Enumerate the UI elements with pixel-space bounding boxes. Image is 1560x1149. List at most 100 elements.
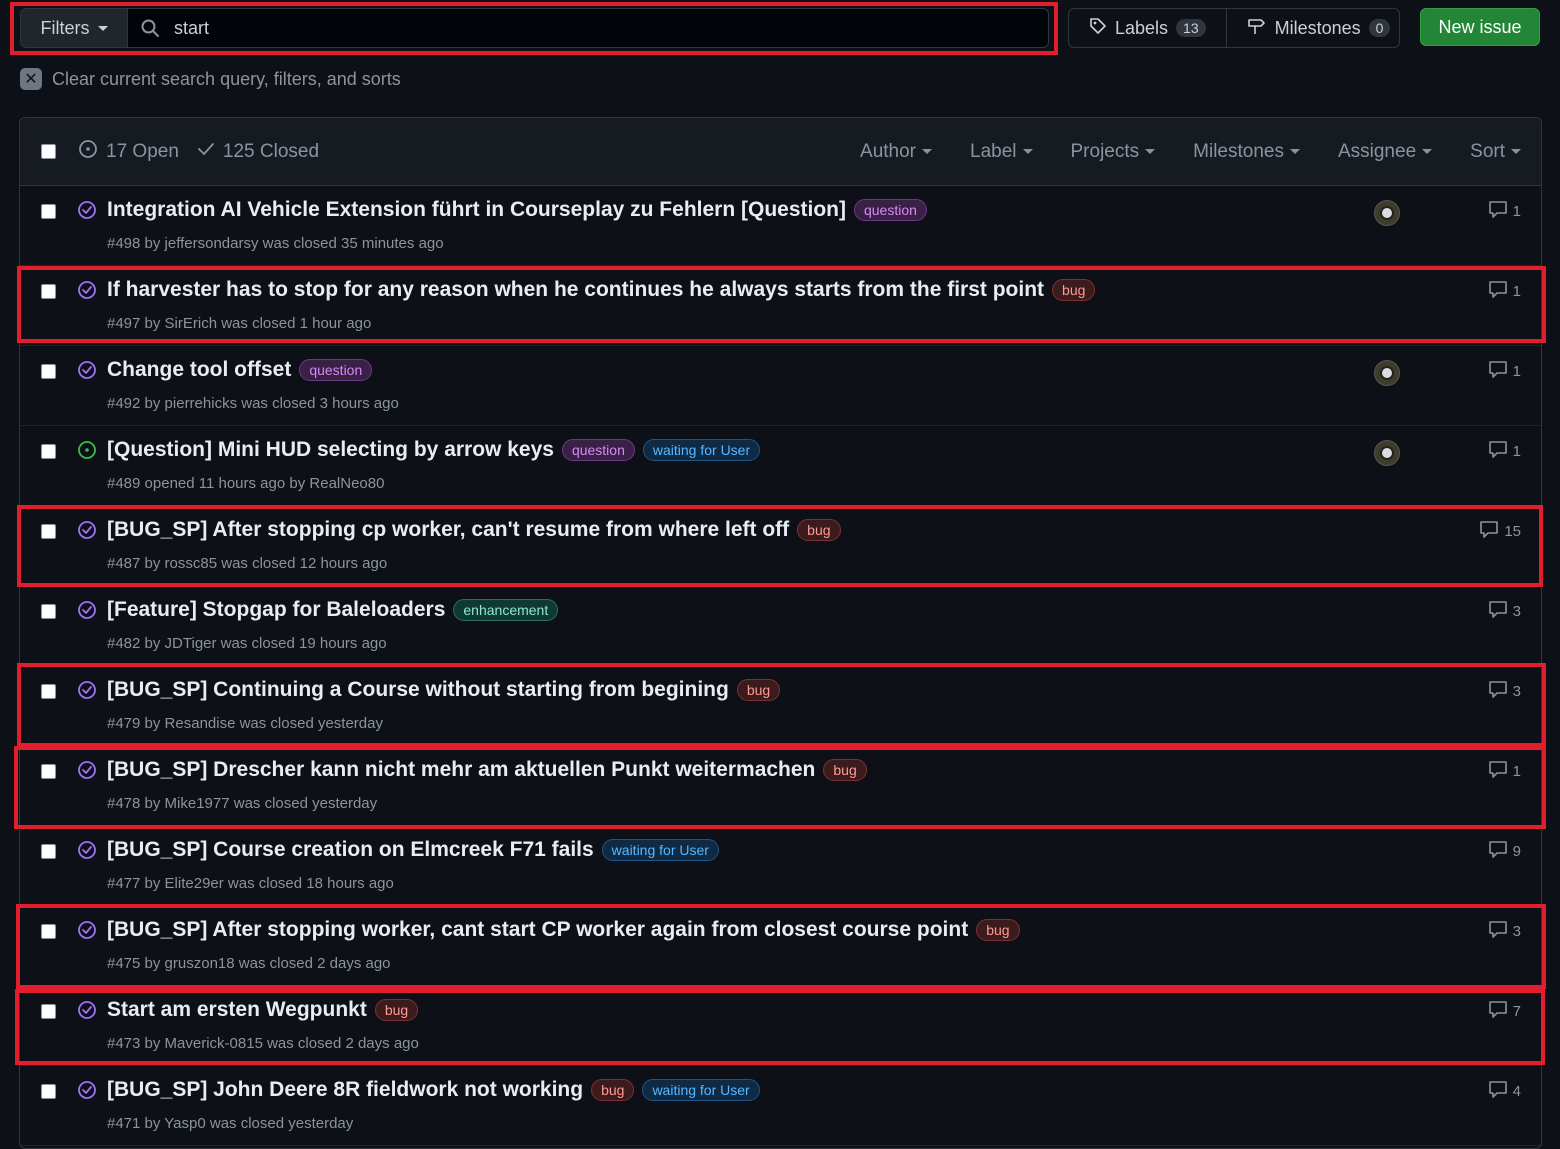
- issue-title-link[interactable]: [Question] Mini HUD selecting by arrow k…: [107, 438, 554, 462]
- closed-issues-tab[interactable]: 125 Closed: [197, 140, 319, 164]
- label-question[interactable]: question: [853, 199, 927, 221]
- avatar[interactable]: [1374, 360, 1400, 386]
- comments-link[interactable]: 3: [1488, 680, 1521, 702]
- comment-count: 1: [1512, 282, 1521, 300]
- comment-icon: [1488, 600, 1508, 622]
- label-bug[interactable]: bug: [736, 679, 781, 701]
- issue-checkbox[interactable]: [41, 844, 56, 859]
- issue-checkbox[interactable]: [41, 924, 56, 939]
- label-bug[interactable]: bug: [374, 999, 419, 1021]
- milestones-count-badge: 0: [1368, 19, 1391, 37]
- issue-checkbox[interactable]: [41, 364, 56, 379]
- filter-menu-sort[interactable]: Sort: [1470, 141, 1521, 163]
- issue-row: [BUG_SP] Continuing a Course without sta…: [20, 666, 1541, 746]
- label-bug[interactable]: bug: [591, 1079, 635, 1101]
- milestones-button[interactable]: Milestones 0: [1225, 9, 1399, 47]
- filter-menu-projects[interactable]: Projects: [1071, 141, 1156, 163]
- issue-title-link[interactable]: [BUG_SP] Continuing a Course without sta…: [107, 678, 729, 702]
- issue-closed-icon: [77, 920, 97, 945]
- comments-link[interactable]: 9: [1488, 840, 1521, 862]
- label-bug[interactable]: bug: [976, 919, 1020, 941]
- filter-menus: Author Label Projects Milestones Assignee Sor…: [860, 118, 1521, 185]
- comments-link[interactable]: 4: [1488, 1080, 1521, 1102]
- issue-title-line: [BUG_SP] Course creation on Elmcreek F71…: [107, 838, 719, 862]
- label-question[interactable]: question: [299, 359, 373, 381]
- select-all-checkbox[interactable]: [41, 144, 56, 159]
- comment-count: 15: [1504, 522, 1521, 540]
- comments-link[interactable]: 1: [1488, 440, 1521, 462]
- new-issue-button[interactable]: New issue: [1420, 8, 1540, 46]
- comment-icon: [1488, 1080, 1508, 1102]
- label-waiting-for-user[interactable]: waiting for User: [601, 839, 719, 861]
- label-waiting-for-user[interactable]: waiting for User: [642, 1079, 760, 1101]
- comment-count: 1: [1512, 202, 1521, 220]
- issue-title-line: Start am ersten Wegpunkt bug: [107, 998, 419, 1022]
- comments-link[interactable]: 1: [1488, 200, 1521, 222]
- comments-link[interactable]: 3: [1488, 600, 1521, 622]
- issue-checkbox[interactable]: [41, 764, 56, 779]
- issue-row: [BUG_SP] John Deere 8R fieldwork not wor…: [20, 1066, 1541, 1146]
- clear-query-label: Clear current search query, filters, and…: [52, 68, 401, 89]
- comments-link[interactable]: 1: [1488, 280, 1521, 302]
- issue-meta: #497 by SirErich was closed 1 hour ago: [107, 315, 372, 332]
- issue-checkbox[interactable]: [41, 444, 56, 459]
- issue-checkbox[interactable]: [41, 1084, 56, 1099]
- issue-title-link[interactable]: Start am ersten Wegpunkt: [107, 998, 367, 1022]
- comments-link[interactable]: 1: [1488, 760, 1521, 782]
- comments-link[interactable]: 1: [1488, 360, 1521, 382]
- open-issues-tab[interactable]: 17 Open: [78, 139, 179, 165]
- open-count: 17 Open: [106, 140, 179, 162]
- issue-checkbox[interactable]: [41, 284, 56, 299]
- filter-menu-label[interactable]: Label: [970, 141, 1033, 163]
- comments-link[interactable]: 7: [1488, 1000, 1521, 1022]
- issue-checkbox[interactable]: [41, 204, 56, 219]
- tag-icon: [1089, 17, 1107, 40]
- comment-count: 7: [1512, 1002, 1521, 1020]
- clear-query-link[interactable]: ✕ Clear current search query, filters, a…: [20, 68, 401, 90]
- milestones-label: Milestones: [1274, 17, 1361, 38]
- comments-link[interactable]: 3: [1488, 920, 1521, 942]
- comment-icon: [1488, 680, 1508, 702]
- comment-icon: [1488, 360, 1508, 382]
- filters-dropdown-button[interactable]: Filters: [21, 9, 128, 47]
- comment-icon: [1488, 440, 1508, 462]
- close-icon: ✕: [20, 68, 42, 90]
- label-bug[interactable]: bug: [1052, 279, 1096, 301]
- issue-title-link[interactable]: Integration AI Vehicle Extension führt i…: [107, 198, 846, 222]
- top-toolbar: Filters Labels 13 Milestones 0 New issue: [0, 0, 1560, 60]
- avatar[interactable]: [1374, 200, 1400, 226]
- labels-button[interactable]: Labels 13: [1069, 9, 1226, 47]
- issue-title-link[interactable]: [BUG_SP] Course creation on Elmcreek F71…: [107, 838, 594, 862]
- issue-title-line: [BUG_SP] After stopping cp worker, can't…: [107, 518, 841, 542]
- comment-count: 9: [1512, 842, 1521, 860]
- label-bug[interactable]: bug: [823, 759, 867, 781]
- label-question[interactable]: question: [561, 439, 635, 461]
- issue-title-link[interactable]: [BUG_SP] After stopping worker, cant sta…: [107, 918, 968, 942]
- comment-count: 3: [1512, 682, 1521, 700]
- issue-title-link[interactable]: If harvester has to stop for any reason …: [107, 278, 1044, 302]
- label-bug[interactable]: bug: [797, 519, 841, 541]
- issue-checkbox[interactable]: [41, 524, 56, 539]
- issue-closed-icon: [77, 840, 97, 865]
- filter-menu-author[interactable]: Author: [860, 141, 932, 163]
- issue-title-link[interactable]: [BUG_SP] After stopping cp worker, can't…: [107, 518, 789, 542]
- label-waiting-for-user[interactable]: waiting for User: [642, 439, 761, 461]
- issue-title-link[interactable]: [BUG_SP] John Deere 8R fieldwork not wor…: [107, 1078, 583, 1102]
- issue-checkbox[interactable]: [41, 684, 56, 699]
- chevron-down-icon: [1022, 149, 1033, 154]
- issue-title-link[interactable]: [Feature] Stopgap for Baleloaders: [107, 598, 445, 622]
- issue-checkbox[interactable]: [41, 604, 56, 619]
- comments-link[interactable]: 15: [1479, 520, 1521, 542]
- closed-count: 125 Closed: [222, 140, 320, 162]
- filter-menu-label: Assignee: [1337, 140, 1417, 162]
- issue-list-header: 17 Open 125 Closed Author Label Projects Mi…: [20, 118, 1541, 186]
- issue-title-link[interactable]: Change tool offset: [107, 358, 291, 382]
- issue-title-link[interactable]: [BUG_SP] Drescher kann nicht mehr am akt…: [107, 758, 815, 782]
- avatar[interactable]: [1374, 440, 1400, 466]
- issue-row: [BUG_SP] Drescher kann nicht mehr am akt…: [20, 746, 1541, 826]
- filter-menu-milestones[interactable]: Milestones: [1193, 141, 1300, 163]
- label-enhancement[interactable]: enhancement: [453, 599, 559, 621]
- search-input[interactable]: [172, 16, 976, 40]
- filter-menu-assignee[interactable]: Assignee: [1337, 140, 1433, 163]
- issue-checkbox[interactable]: [41, 1004, 56, 1019]
